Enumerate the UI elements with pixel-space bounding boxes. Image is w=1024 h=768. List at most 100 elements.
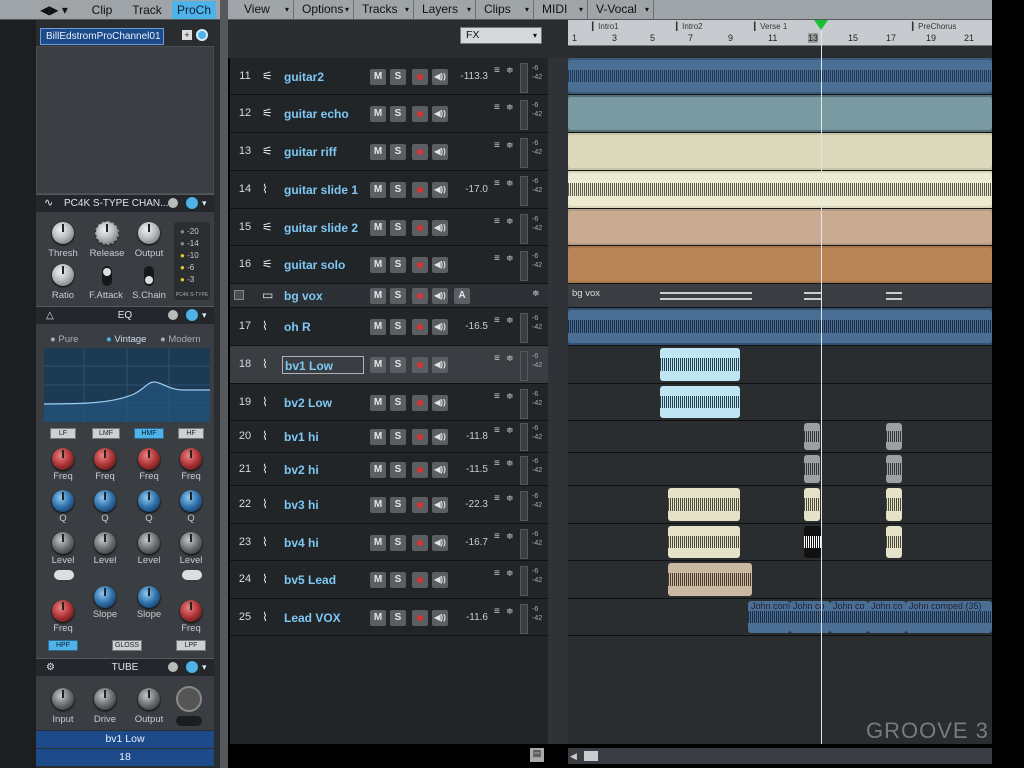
record-arm-button[interactable] <box>412 69 428 85</box>
clip-lane[interactable] <box>568 486 992 524</box>
lpf-freq-knob[interactable] <box>180 600 202 622</box>
record-arm-button[interactable] <box>412 220 428 236</box>
guitar-echo-clip[interactable] <box>568 97 992 130</box>
folder-expand-icon[interactable]: ≑ <box>532 288 540 299</box>
record-arm-button[interactable] <box>412 535 428 551</box>
bv4-hi-clip-a[interactable] <box>668 526 740 558</box>
lmf-freq-knob[interactable] <box>94 448 116 470</box>
solo-button[interactable]: S <box>390 106 406 122</box>
compressor-header[interactable]: ∿ PC4K S-TYPE CHAN... ▾ <box>36 194 214 212</box>
guitar-slide1-clip[interactable] <box>568 173 992 206</box>
input-echo-icon[interactable]: ◀)) <box>432 319 448 335</box>
input-echo-icon[interactable]: ◀)) <box>432 535 448 551</box>
tube-output-knob[interactable] <box>138 688 160 710</box>
lmf-level-knob[interactable] <box>94 532 116 554</box>
input-echo-icon[interactable]: ◀)) <box>432 572 448 588</box>
track-menu-icon[interactable]: ≡ <box>494 178 500 189</box>
track-row[interactable]: 22 ⌇ bv3 hi M S ◀)) -22.3 ≡ ≑ -6 -42 <box>230 486 548 524</box>
lead-vox-clip-4[interactable]: John co <box>868 601 906 633</box>
eq-mode-modern[interactable]: ● Modern <box>160 334 201 345</box>
track-height-icon[interactable]: ▤ <box>530 748 544 762</box>
input-echo-icon[interactable]: ◀)) <box>432 257 448 273</box>
ratio-knob[interactable] <box>52 264 74 286</box>
tube-drive-knob[interactable] <box>94 688 116 710</box>
horizontal-scrollbar[interactable]: ◀ <box>568 748 992 764</box>
track-menu-icon[interactable]: ≡ <box>494 493 500 504</box>
record-arm-button[interactable] <box>412 182 428 198</box>
menu-layers[interactable]: Layers ▾ <box>414 0 476 19</box>
volume-value[interactable]: -16.5 <box>452 321 488 332</box>
guitar-riff-clip[interactable] <box>568 135 992 168</box>
eq-mode-pure[interactable]: ● Pure <box>50 334 78 345</box>
interleave-icon[interactable]: ≑ <box>506 315 514 326</box>
lead-vox-clip-3[interactable]: John co <box>830 601 868 633</box>
tab-clip[interactable]: Clip <box>82 1 122 19</box>
interleave-icon[interactable]: ≑ <box>506 102 514 113</box>
input-echo-icon[interactable]: ◀)) <box>432 144 448 160</box>
folder-collapse-icon[interactable] <box>234 290 244 300</box>
track-menu-icon[interactable]: ≡ <box>494 353 500 364</box>
hpf-button[interactable]: HPF <box>48 640 78 651</box>
lpf-button[interactable]: LPF <box>176 640 206 651</box>
mute-button[interactable]: M <box>370 220 386 236</box>
input-echo-icon[interactable]: ◀)) <box>432 69 448 85</box>
track-row[interactable]: 21 ⌇ bv2 hi M S ◀)) -11.5 ≡ ≑ -6 -42 <box>230 453 548 486</box>
lead-vox-clip-5[interactable]: John comped (35) <box>906 601 992 633</box>
bv3-hi-clip-c[interactable] <box>886 488 902 521</box>
eq-band-hmf-button[interactable]: HMF <box>134 428 164 439</box>
eq-power-icon[interactable] <box>186 309 198 321</box>
clip-lane[interactable] <box>568 453 992 486</box>
record-arm-button[interactable] <box>412 257 428 273</box>
mute-button[interactable]: M <box>370 106 386 122</box>
clip-lane[interactable] <box>568 284 992 308</box>
track-row[interactable]: 24 ⌇ bv5 Lead M S ◀)) ≡ ≑ -6 -42 <box>230 561 548 599</box>
bv2-low-clip[interactable] <box>660 386 740 418</box>
hmf-freq-knob[interactable] <box>138 448 160 470</box>
bv5-lead-clip[interactable] <box>668 563 752 596</box>
gloss-button[interactable]: GLOSS <box>112 640 142 651</box>
record-arm-button[interactable] <box>412 319 428 335</box>
now-time-marker-icon[interactable] <box>814 20 828 30</box>
hmf-level-knob[interactable] <box>138 532 160 554</box>
tube-input-knob[interactable] <box>52 688 74 710</box>
volume-value[interactable]: -11.5 <box>452 464 488 475</box>
marker-verse1[interactable]: ▎Verse 1 <box>754 22 787 31</box>
hf-freq-knob[interactable] <box>180 448 202 470</box>
automation-button[interactable]: A <box>454 288 470 304</box>
bv1-hi-clip-b[interactable] <box>886 423 902 450</box>
interleave-icon[interactable]: ≑ <box>506 253 514 264</box>
lead-vox-clip-2[interactable]: John co <box>790 601 830 633</box>
clip-lane[interactable] <box>568 561 992 599</box>
bv1-low-clip[interactable] <box>660 348 740 381</box>
solo-button[interactable]: S <box>390 395 406 411</box>
track-menu-icon[interactable]: ≡ <box>494 606 500 617</box>
lf-freq-knob[interactable] <box>52 448 74 470</box>
volume-value[interactable]: -113.3 <box>452 71 488 82</box>
tab-track[interactable]: Track <box>126 1 168 19</box>
solo-button[interactable]: S <box>390 535 406 551</box>
bv1-hi-clip-a[interactable] <box>804 423 820 450</box>
interleave-icon[interactable]: ≑ <box>506 458 514 469</box>
input-echo-icon[interactable]: ◀)) <box>432 220 448 236</box>
mute-button[interactable]: M <box>370 357 386 373</box>
track-name[interactable]: bv5 Lead <box>282 571 364 589</box>
track-name[interactable]: Lead VOX <box>282 609 364 627</box>
tube-power-icon[interactable] <box>186 661 198 673</box>
mute-button[interactable]: M <box>370 288 386 304</box>
track-row[interactable]: 16 ⚟ guitar solo M S ◀)) ≡ ≑ -6 -42 <box>230 246 548 284</box>
bv4-hi-clip-c[interactable] <box>886 526 902 558</box>
record-arm-button[interactable] <box>412 462 428 478</box>
eq-band-lf-button[interactable]: LF <box>50 428 76 439</box>
track-name[interactable]: bv2 hi <box>282 461 364 479</box>
menu-vvocal[interactable]: V-Vocal ▾ <box>588 0 654 19</box>
scroll-thumb[interactable] <box>584 751 598 761</box>
mute-button[interactable]: M <box>370 395 386 411</box>
now-time-line[interactable] <box>821 20 822 744</box>
fx-dropdown[interactable]: FX ▾ <box>460 27 542 44</box>
input-echo-icon[interactable]: ◀)) <box>432 610 448 626</box>
bv2-hi-clip-b[interactable] <box>886 455 902 483</box>
prochannel-name[interactable]: BillEdstromProChannel01 <box>40 28 164 45</box>
hmf-q-knob[interactable] <box>138 490 160 512</box>
menu-midi[interactable]: MIDI ▾ <box>534 0 588 19</box>
bv4-hi-clip-b[interactable] <box>804 526 822 558</box>
